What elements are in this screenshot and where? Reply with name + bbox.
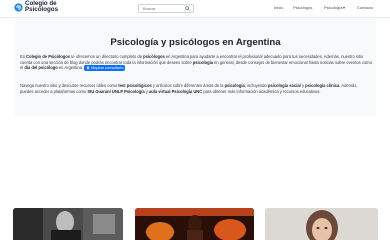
brain-logo-icon — [14, 3, 23, 12]
map-button-label: Mapear consultorio — [91, 65, 124, 70]
nav-inicio[interactable]: Inicio — [274, 5, 283, 10]
bold-link[interactable]: aula virtual Psicología UNC — [149, 89, 202, 94]
bold-link[interactable]: psicología social — [268, 83, 301, 88]
map-icon — [86, 66, 90, 71]
bold-text: psicólogos — [143, 54, 165, 59]
photo-woman-portrait — [265, 208, 378, 240]
search-box — [138, 3, 194, 13]
photo-bw-man — [13, 208, 123, 240]
brand-logo[interactable]: Colegio de Psicólogos — [14, 0, 59, 14]
nav-psicologos[interactable]: Psicólogos — [293, 5, 312, 10]
photo-fire-statue — [135, 208, 254, 240]
brand-line-2: Psicólogos — [25, 6, 59, 14]
text: para obtener más información académica y… — [202, 88, 321, 94]
article-card-image-3[interactable] — [265, 208, 378, 240]
bold-link[interactable]: test psicológicos — [118, 83, 151, 88]
article-card-image-1[interactable] — [13, 208, 123, 240]
nav-psicologia-label: Psicología — [324, 5, 343, 10]
bold-text: psicología — [192, 59, 213, 65]
page-title: Psicología y psicólogos en Argentina — [110, 37, 281, 48]
intro-paragraph-1: En Colegio de Psicólogos te ofrecemos un… — [20, 54, 372, 72]
nav-contacto[interactable]: Contacto — [357, 5, 373, 10]
navbar: Colegio de Psicólogos Inicio Psicólogos … — [0, 0, 390, 18]
article-card-image-2[interactable] — [135, 208, 254, 240]
bold-text: Colegio de Psicólogos — [26, 54, 71, 59]
bold-link[interactable]: psicología — [225, 83, 245, 88]
text: , incluyendo — [244, 83, 268, 88]
search-icon[interactable] — [185, 6, 190, 11]
text: y artículos sobre diferentes áreas de la — [151, 83, 225, 88]
chevron-down-icon — [343, 6, 346, 9]
bold-link[interactable]: SIU Guaraní UNLP Psicología — [87, 89, 144, 94]
nav-psicologia-dropdown[interactable]: Psicología — [324, 5, 346, 10]
intro-paragraph-2: Navega nuestro sitio y descubre recursos… — [20, 83, 372, 94]
text: te ofrecemos un directorio completo de — [70, 54, 144, 59]
map-button[interactable]: Mapear consultorio — [84, 65, 126, 72]
text: Navega nuestro sitio y descubre recursos… — [20, 83, 119, 88]
intro-section: Psicología y psicólogos en Argentina En … — [15, 19, 376, 116]
text: en Argentina. — [57, 65, 85, 71]
bold-link[interactable]: psicología clínica — [305, 83, 339, 88]
brand-name: Colegio de Psicólogos — [25, 0, 59, 14]
search-input[interactable] — [139, 5, 183, 11]
bold-text: día del psicólogo — [24, 65, 58, 71]
